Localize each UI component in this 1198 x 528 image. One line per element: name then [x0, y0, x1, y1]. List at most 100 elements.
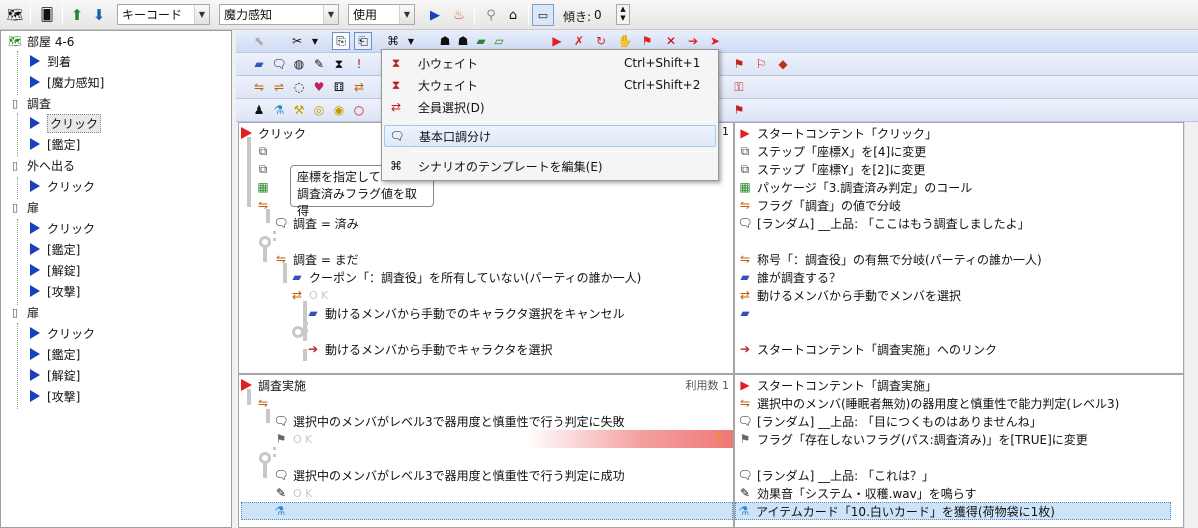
start-x-icon[interactable]: ✗ — [570, 32, 588, 50]
menu-item-select-all[interactable]: ⇄ 全員選択(D) — [384, 96, 716, 118]
tree-item-event[interactable]: [鑑定] — [27, 239, 80, 259]
tree-item-event[interactable]: [解錠] — [27, 260, 80, 280]
home-icon[interactable]: ⌂ — [502, 4, 524, 26]
bubble-icon[interactable]: ◌ — [290, 78, 308, 96]
coin-icon[interactable]: ◎ — [310, 101, 328, 119]
desc-row[interactable]: ▶ スタートコンテント「クリック」 — [737, 124, 937, 142]
people-icon[interactable]: ☗ — [454, 32, 472, 50]
cards-icon[interactable]: 🂠 — [36, 4, 58, 26]
branch-icon[interactable]: ⇄ — [350, 78, 368, 96]
move-up-icon[interactable]: ⬆ — [66, 4, 88, 26]
map-icon[interactable]: ▰ — [472, 32, 490, 50]
heart-icon[interactable]: ♥ — [310, 78, 328, 96]
tree-item-event[interactable]: クリック — [27, 176, 95, 196]
step-icon-row[interactable]: ⧉ — [255, 160, 275, 178]
tree-item-event[interactable]: クリック — [27, 323, 95, 343]
tree-item-event[interactable]: [解錠] — [27, 365, 80, 385]
tree-item-card[interactable]: ▯ 調査 — [7, 93, 51, 113]
desc-row[interactable]: ▰ 誰が調査する？ — [737, 268, 841, 286]
tree-item-event[interactable]: [魔力感知] — [27, 72, 104, 92]
desc-row[interactable]: ➔ スタートコンテント「調査実施」へのリンク — [737, 340, 997, 358]
chevron-down-icon[interactable]: ▼ — [323, 5, 338, 24]
ability-check-row[interactable]: ⇋ — [255, 394, 275, 412]
desc-row[interactable]: ✎ 効果音「システム・収穫.wav」を鳴らす — [737, 484, 977, 502]
desc-row[interactable]: ▦ パッケージ「3.調査済み判定」のコール — [737, 178, 972, 196]
selected-desc-row[interactable]: ⚗ アイテムカード「10.白いカード」を獲得(荷物袋に1枚) — [735, 502, 1171, 520]
flag-branch-row[interactable]: ⇋ — [255, 196, 275, 214]
tilt-spinner[interactable]: ▲ ▼ — [616, 4, 630, 25]
paste-icon[interactable]: ⎗ — [354, 32, 372, 50]
flag-red-icon[interactable]: ⚑ — [730, 101, 748, 119]
desc-row[interactable]: ⇋ 選択中のメンバ(睡眠者無効)の器用度と慎重性で能力判定(レベル3) — [737, 394, 1119, 412]
selected-row[interactable]: ⚗ — [241, 502, 733, 520]
chevron-down-icon[interactable]: ▼ — [306, 32, 324, 50]
figure-icon[interactable]: ♟ — [250, 101, 268, 119]
hand-icon[interactable]: ✋ — [616, 32, 634, 50]
menu-item-large-wait[interactable]: ⧗ 大ウェイト Ctrl+Shift+2 — [384, 74, 716, 96]
pointer-icon[interactable]: ⬉ — [250, 32, 268, 50]
tree-item-event[interactable]: [鑑定] — [27, 134, 80, 154]
arrow-right-icon[interactable]: ➔ — [684, 32, 702, 50]
tree-item-room[interactable]: 🗺 部屋 4-6 — [7, 31, 74, 51]
person-icon[interactable]: ☗ — [436, 32, 454, 50]
copy-icon[interactable]: ⎘ — [332, 32, 350, 50]
menu-item-small-wait[interactable]: ⧗ 小ウェイト Ctrl+Shift+1 — [384, 52, 716, 74]
flag-red-icon[interactable]: ⚑ — [730, 55, 748, 73]
tilt-value[interactable]: 0 — [594, 8, 602, 22]
link-icon[interactable]: ↻ — [592, 32, 610, 50]
branch-row[interactable]: ▰ クーポン「：調査役」を所有していない(パーティの誰か一人) — [289, 268, 641, 286]
key-code-combo[interactable]: キーコード ▼ — [117, 4, 210, 25]
view-toggle-icon[interactable]: ▭ — [532, 4, 554, 26]
key-icon[interactable]: ⚿ — [730, 78, 748, 96]
play-icon[interactable]: ▶ — [424, 4, 446, 26]
tree-item-event[interactable]: [攻撃] — [27, 386, 80, 406]
flag-icon[interactable]: ⚑ — [638, 32, 656, 50]
use-combo[interactable]: 使用 ▼ — [348, 4, 415, 25]
start-icon[interactable]: ▶ — [548, 32, 566, 50]
flask-icon[interactable]: ⚗ — [270, 101, 288, 119]
skill-combo[interactable]: 魔力感知 ▼ — [219, 4, 339, 25]
chevron-down-icon[interactable]: ▼ — [194, 5, 209, 24]
tree-item-event[interactable]: [鑑定] — [27, 344, 80, 364]
map-edit-icon[interactable]: ▱ — [490, 32, 508, 50]
chevron-down-icon[interactable]: ▼ — [399, 5, 414, 24]
hourglass-icon[interactable]: ⧗ — [330, 55, 348, 73]
desc-row[interactable]: 🗨 [ランダム] __上品: 「ここはもう調査しましたよ」 — [737, 214, 1029, 232]
chevron-down-icon[interactable]: ▼ — [402, 32, 420, 50]
tree-item-card[interactable]: ▯ 扉 — [7, 302, 39, 322]
branch-row[interactable]: ➔ 動けるメンバから手動でキャラクタを選択 — [305, 340, 553, 358]
desc-row[interactable]: 🗨 [ランダム] __上品: 「目につくものはありませんね」 — [737, 412, 1041, 430]
cut-icon[interactable]: ✂ — [288, 32, 306, 50]
desc-row[interactable]: ⇄ 動けるメンバから手動でメンバを選択 — [737, 286, 961, 304]
menu-item-basic-tone[interactable]: 🗨 基本口調分け — [384, 125, 716, 147]
desc-row[interactable]: ⧉ ステップ「座標X」を[4]に変更 — [737, 142, 927, 160]
multi-arrow-icon[interactable]: ➤ — [706, 32, 724, 50]
flag-red-icon[interactable]: ⚐ — [752, 55, 770, 73]
cross-icon[interactable]: ✕ — [662, 32, 680, 50]
card-blue-icon[interactable]: ▰ — [250, 55, 268, 73]
ring-icon[interactable]: ○ — [350, 101, 368, 119]
branch-icon[interactable]: ⇋ — [250, 78, 268, 96]
tools-icon[interactable]: ⚒ — [290, 101, 308, 119]
dice-icon[interactable]: ⚅ — [330, 78, 348, 96]
desc-row[interactable]: ⧉ ステップ「座標Y」を[2]に変更 — [737, 160, 926, 178]
move-down-icon[interactable]: ⬇ — [88, 4, 110, 26]
scrollbar[interactable] — [1184, 122, 1198, 528]
tree-item-event[interactable]: [攻撃] — [27, 281, 80, 301]
branch-icon[interactable]: ⇌ — [270, 78, 288, 96]
speech-bubble-icon[interactable]: 🗨 — [270, 55, 288, 73]
branch-row[interactable]: 🗨 選択中のメンバがレベル3で器用度と慎重性で行う判定に成功 — [273, 466, 624, 484]
map-icon[interactable]: 🗺 — [4, 4, 26, 26]
tree-item-event[interactable]: クリック — [27, 218, 95, 238]
template-icon[interactable]: ⌘ — [384, 32, 402, 50]
coin-icon[interactable]: ◉ — [330, 101, 348, 119]
tree-item-event[interactable]: 到着 — [27, 51, 71, 71]
fire-icon[interactable]: ♨ — [448, 4, 470, 26]
tree-structure-icon[interactable]: ⚲ — [480, 4, 502, 26]
tree-item-card[interactable]: ▯ 扉 — [7, 197, 39, 217]
cube-icon[interactable]: ◆ — [774, 55, 792, 73]
desc-row[interactable]: ⚑ フラグ「存在しないフラグ(パス:調査済み)」を[TRUE]に変更 — [737, 430, 1088, 448]
tree-item-event-selected[interactable]: クリック — [27, 113, 102, 133]
desc-row[interactable]: ⇋ フラグ「調査」の値で分岐 — [737, 196, 901, 214]
desc-row[interactable]: ▰ — [737, 304, 757, 322]
